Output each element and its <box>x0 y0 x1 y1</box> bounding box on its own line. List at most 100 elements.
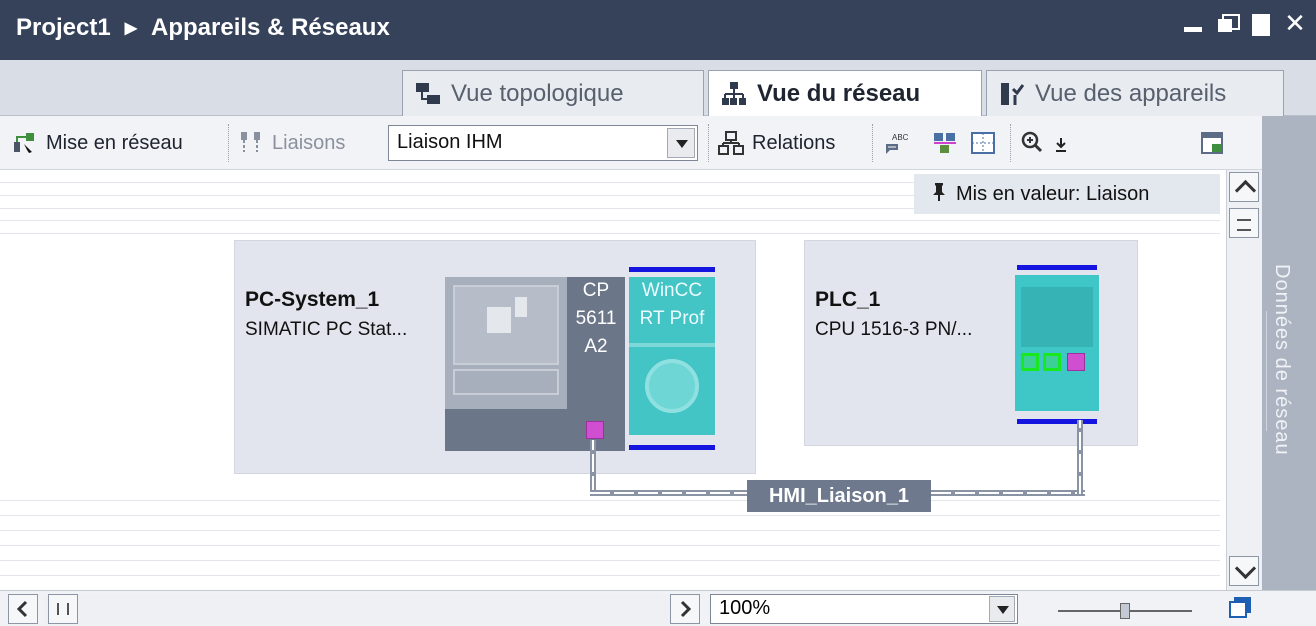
horizontal-scroll-track[interactable] <box>44 594 670 624</box>
grid-view-button[interactable] <box>970 128 996 158</box>
network-view-window: Project1 ▶ Appareils & Réseaux ✕ Vue top… <box>0 0 1316 626</box>
overview-icon[interactable] <box>1228 595 1254 621</box>
connection-line-right[interactable] <box>1077 420 1083 494</box>
toolbar-separator <box>708 124 710 162</box>
breadcrumb-project[interactable]: Project1 <box>16 14 111 42</box>
chevron-down-icon[interactable] <box>667 128 695 158</box>
network-connect-icon <box>12 130 38 156</box>
network-canvas[interactable]: Mis en valeur: Liaison PC-System_1 SIMAT… <box>0 170 1220 590</box>
network-data-label[interactable]: Données de réseau <box>1270 264 1293 456</box>
pc-module-footer <box>445 409 567 451</box>
toolbar-separator <box>228 124 230 162</box>
wincc-divider <box>629 343 715 347</box>
grid-line <box>0 515 1220 516</box>
show-address-button[interactable]: ABC <box>884 128 910 158</box>
cp-line-1: CP <box>582 280 610 301</box>
close-icon[interactable]: ✕ <box>1284 10 1306 36</box>
connections-icon <box>238 130 264 156</box>
pc-station-type: SIMATIC PC Stat... <box>245 319 408 340</box>
toolbar-separator <box>872 124 874 162</box>
zoom-slider[interactable] <box>1058 603 1192 619</box>
highlight-network-icon <box>932 130 958 156</box>
plc-station-name: PLC_1 <box>815 288 881 311</box>
zoom-slider-thumb[interactable] <box>1120 603 1130 619</box>
vertical-scrollbar[interactable] <box>1226 170 1262 590</box>
pin-icon[interactable] <box>932 182 946 207</box>
relations-button[interactable]: Relations <box>718 128 835 158</box>
plc-network-port[interactable] <box>1067 353 1085 371</box>
scroll-down-icon[interactable] <box>1229 556 1259 586</box>
connection-type-value: Liaison IHM <box>397 131 503 153</box>
highlight-tooltip: Mis en valeur: Liaison <box>914 174 1220 214</box>
cp-line-3: A2 <box>584 336 608 357</box>
network-data-panel[interactable]: Données de réseau <box>1262 116 1316 590</box>
scroll-left-icon[interactable] <box>8 594 38 624</box>
zoom-in-icon <box>1020 130 1046 156</box>
connection-line-bottom-right[interactable] <box>931 490 1085 496</box>
connection-type-dropdown[interactable]: Liaison IHM <box>388 125 698 161</box>
tab-topology-label: Vue topologique <box>451 79 624 107</box>
connections-button[interactable]: Liaisons <box>238 128 345 158</box>
tooltip-text: Mis en valeur: Liaison <box>956 182 1150 205</box>
wincc-line-2: RT Prof <box>639 308 705 329</box>
topology-icon <box>415 81 441 107</box>
pc-tower-icon <box>487 307 511 333</box>
abc-label-icon: ABC <box>884 130 910 156</box>
tab-devices-label: Vue des appareils <box>1035 79 1227 107</box>
maximize-icon[interactable] <box>1250 12 1272 36</box>
window-properties-icon <box>1200 130 1226 156</box>
network-button[interactable]: Mise en réseau <box>12 128 183 158</box>
minimize-icon[interactable] <box>1182 12 1204 34</box>
svg-text:ABC: ABC <box>892 133 909 142</box>
scroll-right-icon[interactable] <box>670 594 700 624</box>
breadcrumb-separator-icon: ▶ <box>124 20 138 37</box>
plc-display <box>1021 287 1093 347</box>
chevron-down-icon[interactable] <box>989 596 1015 622</box>
module-bottom-bar <box>629 445 715 450</box>
wincc-line-1: WinCC <box>641 280 703 301</box>
tab-network-view[interactable]: Vue du réseau <box>708 70 982 117</box>
title-bar: Project1 ▶ Appareils & Réseaux ✕ <box>0 0 1316 60</box>
module-top-bar <box>1017 265 1097 270</box>
pc-station-name: PC-System_1 <box>245 288 380 311</box>
network-label: Mise en réseau <box>46 131 183 154</box>
tab-network-label: Vue du réseau <box>757 80 921 107</box>
breadcrumb: Project1 ▶ Appareils & Réseaux <box>16 14 390 42</box>
wincc-module[interactable]: WinCC RT Prof <box>629 277 715 435</box>
download-arrow-icon[interactable] <box>1054 130 1068 156</box>
plc-station[interactable]: PLC_1 CPU 1516-3 PN/... <box>804 240 1138 446</box>
window-controls: ✕ <box>1182 10 1306 36</box>
plc-port-2[interactable] <box>1043 353 1061 371</box>
devices-icon <box>999 81 1025 107</box>
bottom-bar: 100% <box>0 590 1316 626</box>
plc-port-1[interactable] <box>1021 353 1039 371</box>
scroll-thumb[interactable] <box>1229 208 1259 238</box>
pc-module[interactable] <box>445 277 567 409</box>
grid-line <box>0 545 1220 546</box>
grid-line <box>0 500 1220 501</box>
network-icon <box>721 81 747 107</box>
horizontal-scroll-thumb[interactable] <box>48 594 78 624</box>
view-tabs: Vue topologique Vue du réseau Vue des ap… <box>0 60 1316 117</box>
pc-tower-icon <box>515 297 527 317</box>
highlight-button[interactable] <box>932 128 958 158</box>
zoom-dropdown[interactable]: 100% <box>710 594 1018 624</box>
connection-line-bottom-left[interactable] <box>590 490 747 496</box>
tab-topology-view[interactable]: Vue topologique <box>402 70 704 116</box>
plc-cpu-module[interactable] <box>1015 275 1099 411</box>
relations-icon <box>718 130 744 156</box>
relations-label: Relations <box>752 131 836 154</box>
tab-devices-view[interactable]: Vue des appareils <box>986 70 1284 116</box>
zoom-button[interactable] <box>1020 128 1068 158</box>
grid-line <box>0 233 1220 234</box>
properties-button[interactable] <box>1200 128 1226 158</box>
restore-icon[interactable] <box>1216 12 1240 34</box>
scroll-up-icon[interactable] <box>1229 172 1259 202</box>
connection-line-left[interactable] <box>590 440 596 494</box>
cp-network-port[interactable] <box>586 421 604 439</box>
module-top-bar <box>629 267 715 272</box>
breadcrumb-section[interactable]: Appareils & Réseaux <box>151 14 390 42</box>
pc-station[interactable]: PC-System_1 SIMATIC PC Stat... CP 5611 A… <box>234 240 756 474</box>
connection-label[interactable]: HMI_Liaison_1 <box>747 480 931 512</box>
plc-station-type: CPU 1516-3 PN/... <box>815 319 973 340</box>
